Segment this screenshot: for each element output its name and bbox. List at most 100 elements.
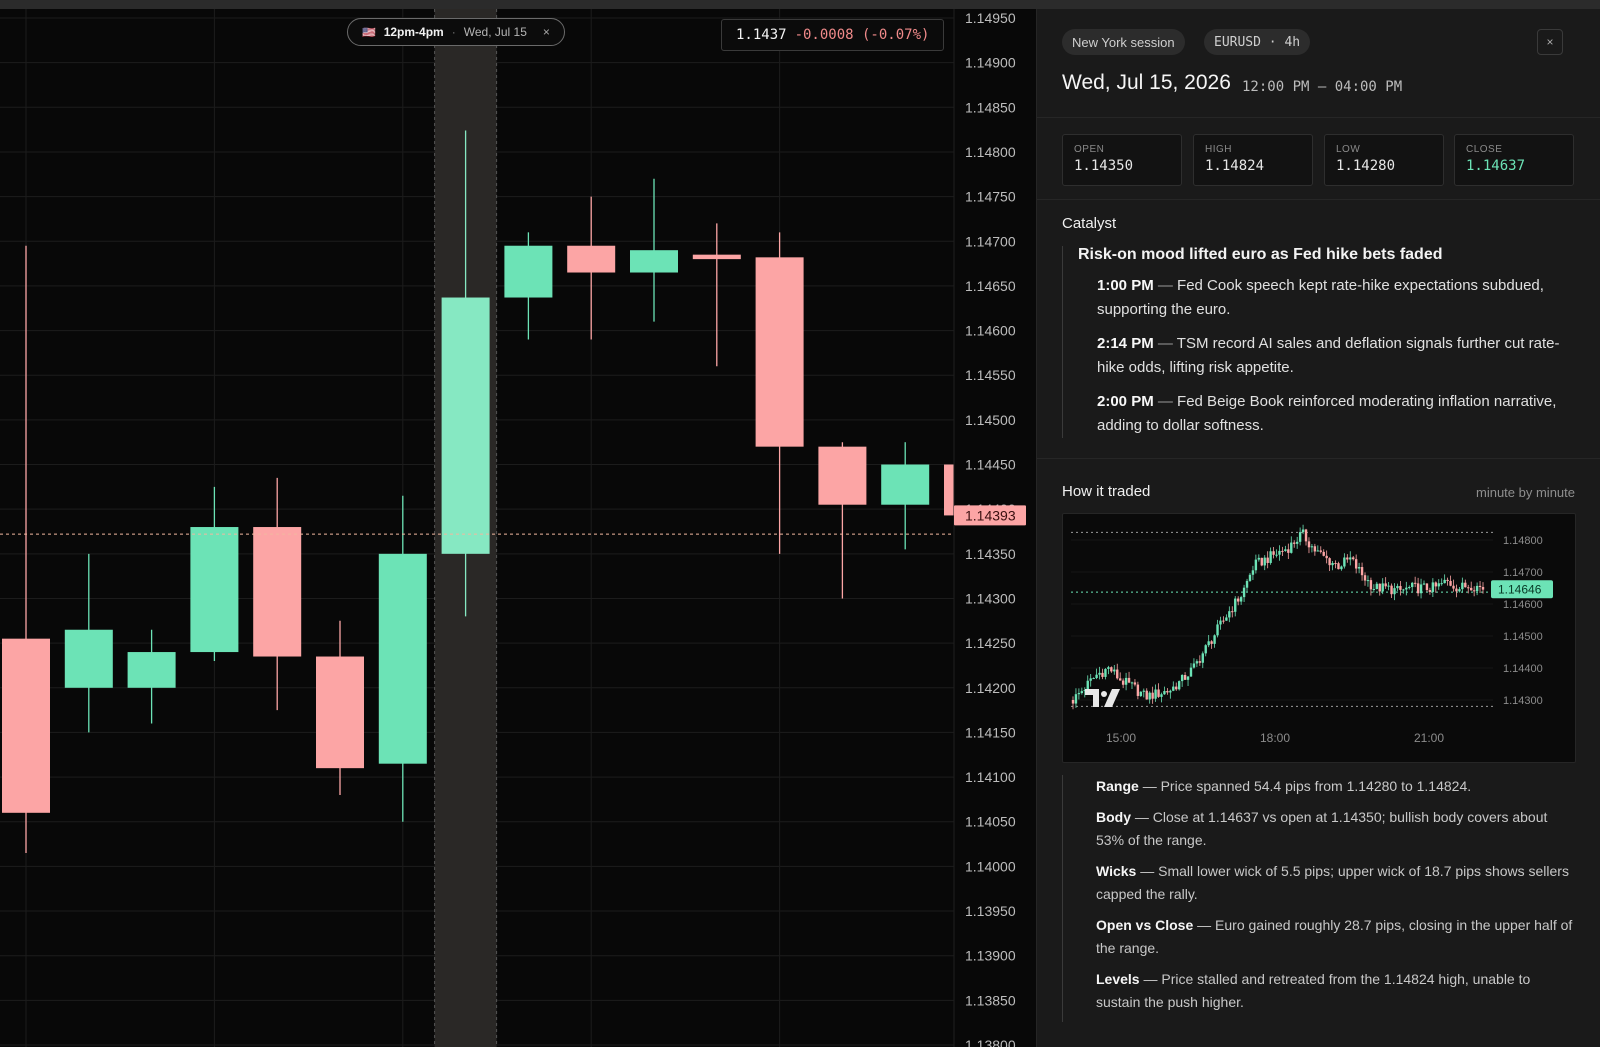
price-axis-label: 1.13800 bbox=[965, 1037, 1016, 1047]
minute-candle-body bbox=[1172, 686, 1175, 691]
minute-candle-body bbox=[1449, 580, 1452, 586]
main-chart-area[interactable]: 1.14950 1.14900 1.14850 1.14800 1.14750 1.147… bbox=[0, 9, 1036, 1047]
minute-candle-body bbox=[1366, 580, 1370, 582]
price-change: -0.0008 (-0.07%) bbox=[794, 27, 930, 43]
candle-body bbox=[630, 250, 678, 273]
event-time: 2:14 PM bbox=[1097, 335, 1154, 352]
candle-body bbox=[692, 254, 741, 260]
minute-candle-body bbox=[1352, 557, 1355, 560]
minute-time-label: 18:00 bbox=[1260, 731, 1290, 745]
price-axis-label: 1.14300 bbox=[965, 590, 1016, 606]
note-key: Body bbox=[1096, 809, 1131, 825]
price-axis-label: 1.14150 bbox=[965, 724, 1016, 740]
minute-candle-body bbox=[1269, 551, 1272, 563]
price-axis-label: 1.14500 bbox=[965, 412, 1016, 428]
symbol-tag: EURUSD · 4h bbox=[1204, 29, 1311, 55]
minute-candle-body bbox=[1166, 691, 1169, 693]
candle-body bbox=[253, 527, 302, 657]
price-axis-label: 1.14700 bbox=[965, 233, 1016, 249]
minute-candle-body bbox=[1263, 557, 1266, 566]
minute-candle-body bbox=[1281, 550, 1284, 552]
price-axis-label: 1.14750 bbox=[965, 189, 1016, 205]
minute-candle-body bbox=[1478, 585, 1482, 588]
minute-candle-body bbox=[1183, 674, 1187, 680]
minute-candle-body bbox=[1163, 691, 1166, 695]
panel-time-range: 12:00 PM – 04:00 PM bbox=[1242, 79, 1403, 95]
price-axis-label: 1.14050 bbox=[965, 814, 1016, 830]
minute-candle-body bbox=[1393, 588, 1396, 595]
candle-body bbox=[2, 638, 50, 813]
minute-candlestick-chart[interactable]: 1.14800 1.14700 1.14600 1.14500 1.14400 1.143… bbox=[1063, 514, 1576, 763]
price-axis-label: 1.14850 bbox=[965, 99, 1016, 115]
minute-candle-body bbox=[1113, 669, 1116, 672]
price-axis-label: 1.14350 bbox=[965, 546, 1016, 562]
analysis-notes: Range — Price spanned 54.4 pips from 1.1… bbox=[1062, 775, 1577, 1022]
minute-candle-body bbox=[1207, 641, 1210, 646]
minute-candle-body bbox=[1452, 585, 1455, 589]
minute-candle-body bbox=[1157, 689, 1160, 697]
close-panel-button[interactable]: × bbox=[1537, 29, 1563, 55]
minute-candle-body bbox=[1130, 682, 1134, 684]
candlestick-chart[interactable]: 1.14950 1.14900 1.14850 1.14800 1.14750 1.147… bbox=[0, 9, 1036, 1047]
note-key: Wicks bbox=[1096, 863, 1137, 879]
price-axis-label: 1.14950 bbox=[965, 10, 1016, 26]
session-pill[interactable]: 🇺🇸 12pm-4pm · Wed, Jul 15 × bbox=[347, 18, 565, 46]
minute-candle-body bbox=[1198, 661, 1202, 663]
price-axis-label: 1.14550 bbox=[965, 367, 1016, 383]
minute-candle-body bbox=[1346, 557, 1349, 560]
session-pill-separator: · bbox=[451, 25, 456, 39]
event-dash: — bbox=[1157, 335, 1173, 352]
minute-candle-body bbox=[1077, 693, 1081, 695]
minute-candle-body bbox=[1293, 542, 1296, 544]
minute-candle-body bbox=[1089, 678, 1092, 681]
note-text: Price spanned 54.4 pips from 1.14280 to … bbox=[1160, 778, 1472, 794]
close-icon[interactable]: × bbox=[543, 25, 550, 39]
minute-candle-body bbox=[1074, 694, 1078, 704]
minute-candle-body bbox=[1440, 583, 1443, 585]
minute-candle-body bbox=[1481, 587, 1485, 590]
price-axis bbox=[954, 9, 1036, 1047]
minute-candle-body bbox=[1325, 555, 1328, 559]
minute-candle-body bbox=[1124, 677, 1128, 685]
event-dash: — bbox=[1157, 393, 1173, 410]
minute-candle-body bbox=[1443, 579, 1446, 584]
minute-candle-body bbox=[1204, 645, 1207, 654]
minute-candle-body bbox=[1219, 620, 1222, 625]
minute-candle-body bbox=[1186, 676, 1190, 680]
minute-candle-body bbox=[1360, 567, 1364, 576]
close-value: 1.14637 bbox=[1466, 158, 1526, 174]
minute-candle-body bbox=[1349, 557, 1352, 560]
divider bbox=[1037, 199, 1600, 200]
close-label: CLOSE bbox=[1466, 144, 1503, 155]
minute-candle-body bbox=[1118, 678, 1122, 681]
minute-chart[interactable]: 1.14800 1.14700 1.14600 1.14500 1.14400 1.143… bbox=[1062, 513, 1576, 763]
catalyst-title: Catalyst bbox=[1062, 215, 1117, 232]
minute-candle-body bbox=[1245, 580, 1249, 588]
minute-candle-body bbox=[1437, 583, 1440, 587]
minute-candle-body bbox=[1375, 583, 1379, 589]
minute-candle-body bbox=[1139, 691, 1143, 696]
high-stat: HIGH 1.14824 bbox=[1193, 134, 1313, 186]
minute-candle-body bbox=[1399, 585, 1402, 590]
minute-candle-body bbox=[1369, 580, 1373, 590]
minute-candle-body bbox=[1260, 557, 1263, 566]
session-tag: New York session bbox=[1062, 29, 1185, 55]
minute-candle-body bbox=[1236, 598, 1240, 602]
minute-candle-body bbox=[1357, 567, 1361, 569]
minute-candle-body bbox=[1133, 682, 1137, 685]
minute-axis-label: 1.14500 bbox=[1503, 631, 1543, 643]
low-value: 1.14280 bbox=[1336, 158, 1396, 174]
minute-candle-body bbox=[1331, 563, 1334, 566]
minute-candle-body bbox=[1387, 585, 1390, 587]
top-bar bbox=[0, 0, 1600, 9]
minute-candle-body bbox=[1431, 582, 1435, 592]
price-axis-label: 1.14600 bbox=[965, 323, 1016, 339]
candle-body bbox=[755, 257, 804, 447]
minute-candle-body bbox=[1216, 624, 1219, 636]
minute-candle-body bbox=[1396, 585, 1399, 589]
catalyst-block: Risk-on mood lifted euro as Fed hike bet… bbox=[1062, 246, 1577, 438]
minute-candle-body bbox=[1428, 590, 1432, 592]
minute-axis-label: 1.14800 bbox=[1503, 535, 1543, 547]
note-text: Close at 1.14637 vs open at 1.14350; bul… bbox=[1096, 809, 1548, 848]
minute-candle-body bbox=[1464, 582, 1467, 588]
